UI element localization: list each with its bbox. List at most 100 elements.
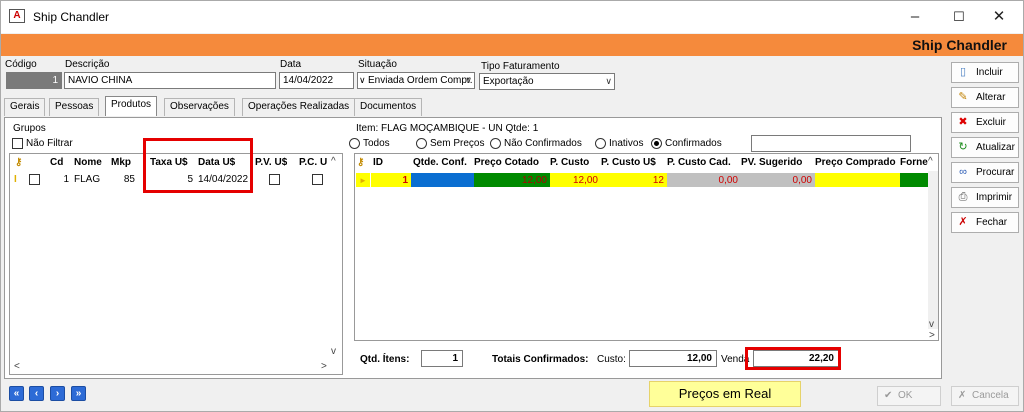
tipo-faturamento-combo[interactable]: Exportação ∨ [479,73,615,90]
highlight-box [745,347,841,370]
codigo-label: Código [5,59,37,70]
grupos-label: Grupos [13,123,46,134]
col-header-pv-sugerido[interactable]: PV. Sugerido [741,154,803,171]
nao-filtrar-checkbox[interactable] [12,138,23,149]
fechar-button[interactable]: ✗ Fechar [951,212,1019,233]
cell-pc-u-checkbox[interactable] [312,174,323,185]
scroll-up-icon[interactable]: ^ [331,156,336,167]
printer-icon: ⎙ [958,191,968,203]
cell-pv-us-checkbox[interactable] [269,174,280,185]
tab-gerais[interactable]: Gerais [4,98,46,116]
radio-todos-label: Todos [363,138,390,149]
col-header-pv-us[interactable]: P.V. U$ [255,154,288,171]
checkmark-icon: ✔ [884,390,893,401]
cell-id: 1 [371,173,411,187]
incluir-button[interactable]: ▯ Incluir [951,62,1019,83]
col-header-cd[interactable]: Cd [50,154,64,171]
highlight-box [143,138,253,193]
delete-icon: ✖ [958,116,968,128]
col-header-preco-comprado[interactable]: Preço Comprado [815,154,896,171]
codigo-field[interactable]: 1 [6,72,62,89]
scroll-up-icon[interactable]: ^ [928,156,933,167]
procurar-button[interactable]: ∞ Procurar [951,162,1019,183]
radio-nao-confirmados-label: Não Confirmados [504,138,582,149]
col-header-p-custo[interactable]: P. Custo [550,154,590,171]
col-header-id[interactable]: ID [373,154,383,171]
radio-confirmados[interactable] [651,138,662,149]
close-window-icon: ✗ [958,216,968,228]
tab-pessoas[interactable]: Pessoas [49,98,100,116]
filter-field[interactable] [751,135,911,152]
imprimir-label: Imprimir [976,192,1013,203]
chevron-down-icon: ∨ [359,75,366,85]
radio-inativos-label: Inativos [609,138,644,149]
tab-operacoes-realizadas[interactable]: Operações Realizadas [242,98,356,116]
vertical-scrollbar[interactable] [928,171,938,329]
app-icon: A [9,9,25,23]
previous-record-button[interactable]: ‹ [29,386,44,401]
close-button[interactable]: ✕ [979,5,1019,29]
row-checkbox[interactable] [29,174,40,185]
tipo-faturamento-value: Exportação [483,76,534,87]
col-header-p-custo-us[interactable]: P. Custo U$ [601,154,656,171]
col-header-pc-u[interactable]: P.C. U [299,154,328,171]
pencil-icon: ✎ [958,91,968,103]
col-header-nome[interactable]: Nome [74,154,102,171]
excluir-label: Excluir [976,117,1007,128]
atualizar-button[interactable]: ↻ Atualizar [951,137,1019,158]
alterar-button[interactable]: ✎ Alterar [951,87,1019,108]
new-document-icon: ▯ [959,66,967,78]
cell-mkp: 85 [123,174,135,185]
item-label: Item: FLAG MOÇAMBIQUE - UN Qtde: 1 [356,123,539,134]
radio-sem-precos[interactable] [416,138,427,149]
data-label: Data [280,59,302,70]
cancel-button[interactable]: ✗ Cancela [951,386,1019,406]
radio-todos[interactable] [349,138,360,149]
chevron-down-icon: ∨ [605,76,612,86]
scroll-right-icon[interactable]: > [321,361,327,372]
scroll-down-icon[interactable]: v [331,346,336,357]
tab-produtos[interactable]: Produtos [105,96,158,116]
col-header-mkp[interactable]: Mkp [111,154,131,171]
scroll-right-icon[interactable]: > [929,330,935,340]
data-field[interactable]: 14/04/2022 [279,72,354,89]
radio-confirmados-label: Confirmados [665,138,722,149]
ok-label: OK [898,390,913,401]
custo-label: Custo: [597,354,626,365]
imprimir-button[interactable]: ⎙ Imprimir [951,187,1019,208]
col-header-p-custo-cad[interactable]: P. Custo Cad. [667,154,731,171]
radio-inativos[interactable] [595,138,606,149]
cell-cd: 1 [63,174,69,185]
col-header-qtde-conf[interactable]: Qtde. Conf. [413,154,467,171]
cell-nome: FLAG [74,174,101,185]
minimize-button[interactable]: – [895,5,935,29]
scroll-left-icon[interactable]: < [14,361,20,372]
tab-observacoes[interactable]: Observações [164,98,235,116]
descricao-field[interactable]: NAVIO CHINA [64,72,276,89]
radio-sem-precos-label: Sem Preços [430,138,485,149]
title-bar: A Ship Chandler – ☐ ✕ [1,1,1023,33]
qtd-itens-label: Qtd. Ítens: [360,354,410,365]
next-record-button[interactable]: › [50,386,65,401]
totais-confirmados-label: Totais Confirmados: [492,354,589,365]
situacao-combo[interactable]: ∨ Enviada Ordem Compr. ∨ [357,72,475,89]
row-indicator-icon: ► [356,173,370,187]
excluir-button[interactable]: ✖ Excluir [951,112,1019,133]
col-header-forne[interactable]: Forne [900,154,928,171]
last-record-button[interactable]: » [71,386,86,401]
radio-nao-confirmados[interactable] [490,138,501,149]
cancel-label: Cancela [972,390,1009,401]
col-header-preco-cotado[interactable]: Preço Cotado [474,154,540,171]
first-record-button[interactable]: « [9,386,24,401]
ok-button[interactable]: ✔ OK [877,386,941,406]
main-window: A Ship Chandler – ☐ ✕ Ship Chandler Códi… [0,0,1024,412]
tab-documentos[interactable]: Documentos [354,98,423,116]
produtos-panel: Grupos Não Filtrar ⚷ Cd Nome Mkp Taxa U$… [4,117,942,379]
fechar-label: Fechar [976,217,1008,228]
key-icon: ⚷ [15,154,23,171]
banner-title: Ship Chandler [912,37,1007,53]
table-row[interactable]: ► 1 12,00 12,00 12 0,00 0,00 [355,173,928,187]
scroll-down-icon[interactable]: v [929,319,934,330]
cell-p-custo-us: 12 [601,173,667,187]
maximize-button[interactable]: ☐ [939,5,979,29]
